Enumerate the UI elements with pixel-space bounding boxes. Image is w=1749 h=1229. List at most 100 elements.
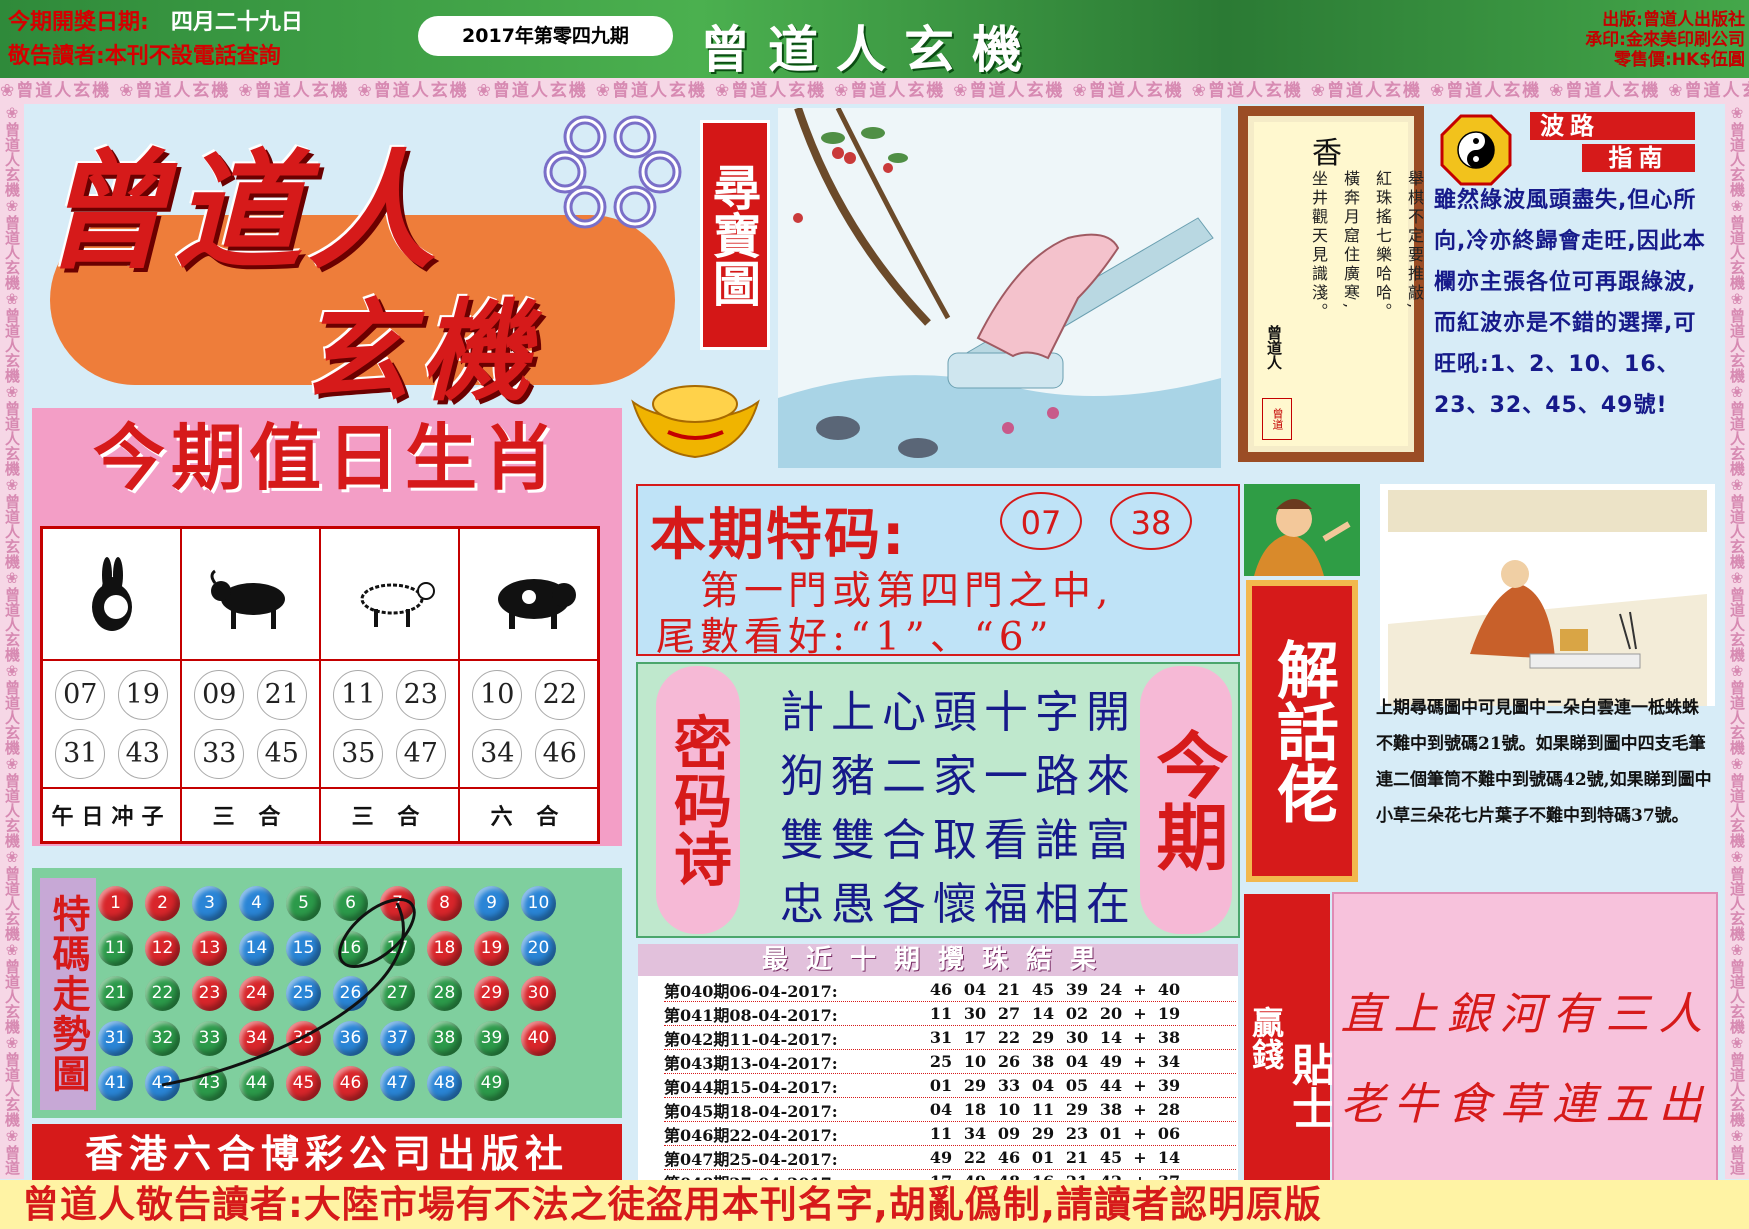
zodiac-number: 09	[194, 669, 245, 720]
results-number: 44	[1099, 1076, 1123, 1095]
results-number: 27	[997, 1004, 1021, 1023]
results-number: 17	[963, 1028, 987, 1047]
gold-ingot-icon	[631, 385, 760, 459]
zodiac-number-cell: 07 19 31 43	[42, 660, 181, 788]
results-number: 11	[929, 1004, 953, 1023]
zodiac-number: 46	[534, 728, 585, 779]
wave-guide-label: 波路	[1530, 112, 1695, 140]
results-number: 11	[1031, 1100, 1055, 1119]
results-number: 21	[997, 980, 1021, 999]
results-number: 10	[997, 1100, 1021, 1119]
results-issue: 第045期18-04-2017:	[664, 1101, 838, 1121]
brand-title-line2: 玄機	[300, 288, 540, 416]
zodiac-number: 22	[534, 669, 585, 720]
poem-label: 密码诗	[656, 666, 740, 934]
results-number: 34	[963, 1124, 987, 1143]
plus-sign: +	[1133, 1052, 1147, 1071]
zodiac-number-cell: 10 22 34 46	[459, 660, 598, 788]
results-number: 46	[997, 1148, 1021, 1167]
trend-line	[161, 898, 416, 1087]
zodiac-number: 23	[395, 669, 446, 720]
zodiac-number: 43	[117, 728, 168, 779]
results-number: 21	[1065, 1148, 1089, 1167]
results-issue: 第042期11-04-2017:	[664, 1029, 838, 1049]
zodiac-number: 19	[117, 669, 168, 720]
zodiac-number-cell: 09 21 33 45	[181, 660, 320, 788]
zodiac-number: 11	[333, 669, 384, 720]
results-number: 01	[1099, 1124, 1123, 1143]
treasure-map-picture	[778, 108, 1221, 468]
footer-warning: 曾道人敬告讀者:大陸市場有不法之徒盗用本刊名字,胡亂僞制,請讀者認明原版	[0, 1180, 1749, 1229]
results-special-number: 19	[1157, 1004, 1181, 1023]
ox-icon	[181, 528, 320, 660]
seal-stamp: 曾道	[1262, 398, 1292, 440]
results-table: 第040期06-04-2017: 46 04 21 45 39 24 +40 第041期08-0…	[664, 978, 1236, 1194]
zodiac-number: 21	[256, 669, 307, 720]
results-special-number: 06	[1157, 1124, 1181, 1143]
trend-ball-grid: 1 2 3 4 5 6 7 8 9 10 11 12 13 14 15 16 17 18 19 20 21 22 23 24 2…	[98, 886, 603, 1112]
draw-date-label: 今期開獎日期:	[8, 10, 149, 35]
tip-label: 貼士	[1284, 894, 1335, 1182]
results-number: 49	[1099, 1052, 1123, 1071]
results-number: 45	[1031, 980, 1055, 999]
results-number: 23	[1065, 1124, 1089, 1143]
scholar-picture	[1380, 484, 1715, 706]
results-issue: 第046期22-04-2017:	[664, 1125, 838, 1145]
results-number: 18	[963, 1100, 987, 1119]
zodiac-relation-label: 午日冲子	[51, 805, 172, 830]
printer-line: 承印:金來美印刷公司	[1585, 30, 1745, 50]
plus-sign: +	[1133, 1148, 1147, 1167]
results-issue: 第040期06-04-2017:	[664, 981, 838, 1001]
wave-guide-label: 指南	[1582, 144, 1695, 172]
results-number: 29	[1031, 1028, 1055, 1047]
phone-notice: 敬告讀者:本刊不設電話查詢	[8, 44, 281, 69]
pattern-band-right: ❀曾道人玄機❀曾道人玄機❀曾道人玄機❀曾道人玄機❀曾道人玄機❀曾道人玄機❀曾道人…	[1725, 104, 1749, 1179]
results-number: 01	[929, 1076, 953, 1095]
pattern-band-left: ❀曾道人玄機❀曾道人玄機❀曾道人玄機❀曾道人玄機❀曾道人玄機❀曾道人玄機❀曾道人…	[0, 104, 24, 1179]
results-number: 39	[1065, 980, 1089, 999]
rings-icon	[543, 115, 682, 229]
results-number: 02	[1065, 1004, 1089, 1023]
plus-sign: +	[1133, 1004, 1147, 1023]
results-special-number: 14	[1157, 1148, 1181, 1167]
zodiac-number: 34	[472, 728, 523, 779]
header-left: 今期開獎日期: 四月二十九日 敬告讀者:本刊不設電話查詢	[8, 6, 408, 74]
special-number: 07	[1000, 492, 1082, 550]
poem-line: 計上心頭十字開	[780, 687, 1137, 738]
tip-line: 老牛食草連五出	[1340, 1079, 1712, 1130]
zodiac-number-cell: 11 23 35 47	[320, 660, 459, 788]
scroll-poem-title: 香	[1312, 136, 1342, 171]
results-title: 最近十期攪珠結果	[638, 944, 1238, 976]
results-number: 46	[929, 980, 953, 999]
poem-line: 雙雙合取看誰富	[780, 815, 1137, 866]
results-row: 第043期13-04-2017: 25 10 26 38 04 49 +34	[664, 1050, 1236, 1074]
win-money-label: 贏錢	[1244, 894, 1288, 1182]
results-number: 38	[1031, 1052, 1055, 1071]
scroll-poem-text: 舉棋不定要推敲, 紅珠搖七樂哈哈。 橫奔月窟住廣寒, 坐井觀天見識淺。	[1302, 170, 1430, 450]
scroll-poem-col: 橫奔月窟住廣寒,	[1341, 170, 1360, 312]
zodiac-number: 31	[55, 728, 106, 779]
draw-date: 四月二十九日	[170, 10, 303, 35]
solver-description: 上期尋碼圖中可見圖中二朵白雲連一柢蛛蛛不難中到號碼21號。如果睇到圖中四支毛筆連…	[1376, 698, 1712, 826]
poem-line: 忠愚各懷福相在	[780, 879, 1137, 930]
results-number: 11	[929, 1124, 953, 1143]
special-number: 38	[1110, 492, 1192, 550]
special-hint-line2: 尾數看好:“1”、“6”	[656, 615, 1054, 660]
results-number: 49	[929, 1148, 953, 1167]
rabbit-icon	[42, 528, 181, 660]
wave-guide-text: 雖然綠波風頭盡失,但心所向,冷亦終歸會走旺,因此本欄亦主張各位可再跟綠波,而紅波…	[1434, 188, 1706, 418]
results-row: 第040期06-04-2017: 46 04 21 45 39 24 +40	[664, 978, 1236, 1002]
publisher-info: 出版:曾道人出版社 承印:金來美印刷公司 零售價:HK$伍圓	[1490, 10, 1745, 70]
tip-line: 直上銀河有三人	[1340, 989, 1712, 1040]
plus-sign: +	[1133, 1076, 1147, 1095]
results-issue: 第041期08-04-2017:	[664, 1005, 838, 1025]
trend-label: 特碼走勢圖	[40, 878, 96, 1110]
results-number: 09	[997, 1124, 1021, 1143]
zodiac-number: 45	[256, 728, 307, 779]
publisher-banner: 香港六合博彩公司出版社	[32, 1124, 622, 1184]
results-number: 26	[997, 1052, 1021, 1071]
zodiac-label-cell: 三 合	[320, 788, 459, 842]
results-number: 04	[963, 980, 987, 999]
treasure-map-label: 尋寶圖	[700, 120, 770, 350]
results-number: 20	[1099, 1004, 1123, 1023]
